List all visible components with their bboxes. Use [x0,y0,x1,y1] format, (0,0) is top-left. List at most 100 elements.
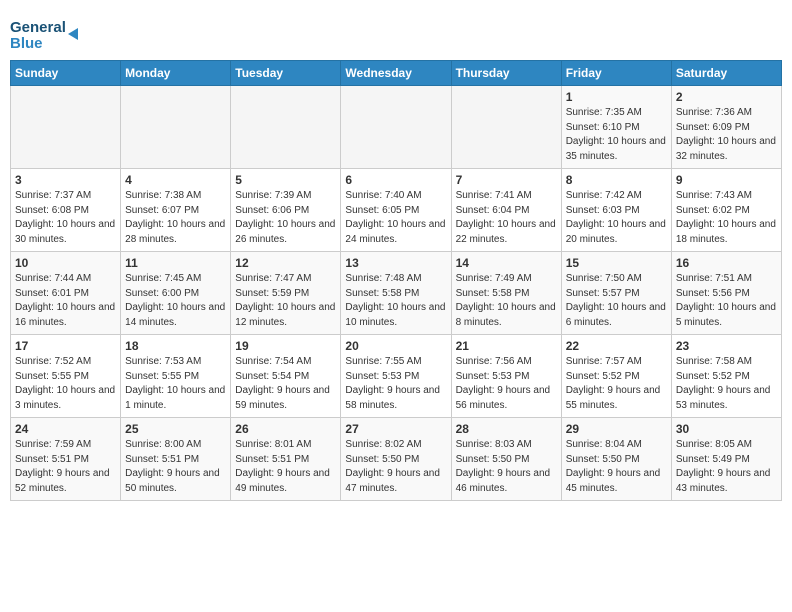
day-info: Sunrise: 7:45 AM Sunset: 6:00 PM Dayligh… [125,272,226,330]
day-number: 1 [566,90,667,104]
day-number: 16 [676,256,777,270]
week-row-2: 3 Sunrise: 7:37 AM Sunset: 6:08 PM Daylig… [11,169,782,252]
day-info: Sunrise: 7:51 AM Sunset: 5:56 PM Dayligh… [676,272,777,330]
day-cell: 21Sunrise: 7:56 AM Sunset: 5:53 PM Dayli… [451,335,561,418]
svg-text:General: General [10,19,66,36]
day-info: Sunrise: 7:47 AM Sunset: 5:59 PM Dayligh… [235,272,336,330]
day-cell: 29 Sunrise: 8:04 AM Sunset: 5:50 PM Dayli… [561,418,671,501]
day-info: Sunrise: 7:49 AM Sunset: 5:58 PM Dayligh… [456,272,557,330]
day-info: Sunrise: 7:40 AM Sunset: 6:05 PM Dayligh… [345,189,446,247]
day-number: 25 [125,422,226,436]
day-cell: 11 Sunrise: 7:45 AM Sunset: 6:00 PM Dayli… [121,252,231,335]
day-number: 19 [235,339,336,353]
weekday-header-thursday: Thursday [451,61,561,86]
day-cell: 1 Sunrise: 7:35 AM Sunset: 6:10 PM Daylig… [561,86,671,169]
day-cell: 9 Sunrise: 7:43 AM Sunset: 6:02 PM Daylig… [671,169,781,252]
day-info: Sunrise: 8:05 AM Sunset: 5:49 PM Dayligh… [676,438,777,496]
logo: GeneralBlue [10,14,90,54]
day-cell: 25 Sunrise: 8:00 AM Sunset: 5:51 PM Dayli… [121,418,231,501]
day-info: Sunrise: 8:04 AM Sunset: 5:50 PM Dayligh… [566,438,667,496]
week-row-5: 24 Sunrise: 7:59 AM Sunset: 5:51 PM Dayli… [11,418,782,501]
week-row-4: 17Sunrise: 7:52 AM Sunset: 5:55 PM Dayli… [11,335,782,418]
day-info: Sunrise: 8:01 AM Sunset: 5:51 PM Dayligh… [235,438,336,496]
day-cell: 7Sunrise: 7:41 AM Sunset: 6:04 PM Daylig… [451,169,561,252]
day-cell: 23Sunrise: 7:58 AM Sunset: 5:52 PM Dayli… [671,335,781,418]
day-cell: 19 Sunrise: 7:54 AM Sunset: 5:54 PM Dayli… [231,335,341,418]
calendar-body: 1 Sunrise: 7:35 AM Sunset: 6:10 PM Daylig… [11,86,782,501]
day-info: Sunrise: 7:38 AM Sunset: 6:07 PM Dayligh… [125,189,226,247]
day-info: Sunrise: 7:35 AM Sunset: 6:10 PM Dayligh… [566,106,667,164]
day-info: Sunrise: 7:43 AM Sunset: 6:02 PM Dayligh… [676,189,777,247]
week-row-1: 1 Sunrise: 7:35 AM Sunset: 6:10 PM Daylig… [11,86,782,169]
day-cell: 22 Sunrise: 7:57 AM Sunset: 5:52 PM Dayli… [561,335,671,418]
day-cell: 18 Sunrise: 7:53 AM Sunset: 5:55 PM Dayli… [121,335,231,418]
day-number: 22 [566,339,667,353]
day-cell: 30Sunrise: 8:05 AM Sunset: 5:49 PM Dayli… [671,418,781,501]
day-cell: 13 Sunrise: 7:48 AM Sunset: 5:58 PM Dayli… [341,252,451,335]
day-number: 15 [566,256,667,270]
weekday-header-wednesday: Wednesday [341,61,451,86]
day-info: Sunrise: 7:59 AM Sunset: 5:51 PM Dayligh… [15,438,116,496]
day-info: Sunrise: 7:37 AM Sunset: 6:08 PM Dayligh… [15,189,116,247]
day-info: Sunrise: 7:39 AM Sunset: 6:06 PM Dayligh… [235,189,336,247]
day-number: 18 [125,339,226,353]
day-cell: 2 Sunrise: 7:36 AM Sunset: 6:09 PM Daylig… [671,86,781,169]
day-cell: 10 Sunrise: 7:44 AM Sunset: 6:01 PM Dayli… [11,252,121,335]
day-number: 11 [125,256,226,270]
day-cell: 4Sunrise: 7:38 AM Sunset: 6:07 PM Daylig… [121,169,231,252]
day-number: 26 [235,422,336,436]
day-number: 13 [345,256,446,270]
day-cell: 3 Sunrise: 7:37 AM Sunset: 6:08 PM Daylig… [11,169,121,252]
day-info: Sunrise: 7:55 AM Sunset: 5:53 PM Dayligh… [345,355,446,413]
day-cell: 27 Sunrise: 8:02 AM Sunset: 5:50 PM Dayli… [341,418,451,501]
day-number: 6 [345,173,446,187]
day-cell: 24 Sunrise: 7:59 AM Sunset: 5:51 PM Dayli… [11,418,121,501]
day-number: 5 [235,173,336,187]
weekday-header-tuesday: Tuesday [231,61,341,86]
day-cell: 17Sunrise: 7:52 AM Sunset: 5:55 PM Dayli… [11,335,121,418]
day-cell [231,86,341,169]
day-cell: 16 Sunrise: 7:51 AM Sunset: 5:56 PM Dayli… [671,252,781,335]
svg-text:Blue: Blue [10,35,43,52]
day-number: 29 [566,422,667,436]
day-info: Sunrise: 7:53 AM Sunset: 5:55 PM Dayligh… [125,355,226,413]
day-number: 27 [345,422,446,436]
day-number: 2 [676,90,777,104]
day-cell: 20Sunrise: 7:55 AM Sunset: 5:53 PM Dayli… [341,335,451,418]
day-number: 21 [456,339,557,353]
day-number: 28 [456,422,557,436]
day-info: Sunrise: 8:03 AM Sunset: 5:50 PM Dayligh… [456,438,557,496]
day-number: 3 [15,173,116,187]
day-cell [451,86,561,169]
day-cell [121,86,231,169]
weekday-header-monday: Monday [121,61,231,86]
day-number: 8 [566,173,667,187]
weekday-header-friday: Friday [561,61,671,86]
day-cell: 5 Sunrise: 7:39 AM Sunset: 6:06 PM Daylig… [231,169,341,252]
day-number: 9 [676,173,777,187]
day-info: Sunrise: 7:54 AM Sunset: 5:54 PM Dayligh… [235,355,336,413]
day-info: Sunrise: 8:02 AM Sunset: 5:50 PM Dayligh… [345,438,446,496]
day-info: Sunrise: 7:44 AM Sunset: 6:01 PM Dayligh… [15,272,116,330]
day-info: Sunrise: 8:00 AM Sunset: 5:51 PM Dayligh… [125,438,226,496]
day-cell: 26 Sunrise: 8:01 AM Sunset: 5:51 PM Dayli… [231,418,341,501]
day-cell: 28 Sunrise: 8:03 AM Sunset: 5:50 PM Dayli… [451,418,561,501]
day-number: 7 [456,173,557,187]
weekday-header-row: SundayMondayTuesdayWednesdayThursdayFrid… [11,61,782,86]
weekday-header-saturday: Saturday [671,61,781,86]
weekday-header-sunday: Sunday [11,61,121,86]
day-info: Sunrise: 7:36 AM Sunset: 6:09 PM Dayligh… [676,106,777,164]
day-cell [341,86,451,169]
day-number: 10 [15,256,116,270]
header: GeneralBlue [10,10,782,54]
logo-svg: GeneralBlue [10,14,90,54]
day-info: Sunrise: 7:57 AM Sunset: 5:52 PM Dayligh… [566,355,667,413]
day-info: Sunrise: 7:58 AM Sunset: 5:52 PM Dayligh… [676,355,777,413]
day-info: Sunrise: 7:52 AM Sunset: 5:55 PM Dayligh… [15,355,116,413]
day-number: 12 [235,256,336,270]
calendar-table: SundayMondayTuesdayWednesdayThursdayFrid… [10,60,782,501]
day-info: Sunrise: 7:48 AM Sunset: 5:58 PM Dayligh… [345,272,446,330]
day-cell: 6 Sunrise: 7:40 AM Sunset: 6:05 PM Daylig… [341,169,451,252]
day-number: 24 [15,422,116,436]
day-info: Sunrise: 7:42 AM Sunset: 6:03 PM Dayligh… [566,189,667,247]
